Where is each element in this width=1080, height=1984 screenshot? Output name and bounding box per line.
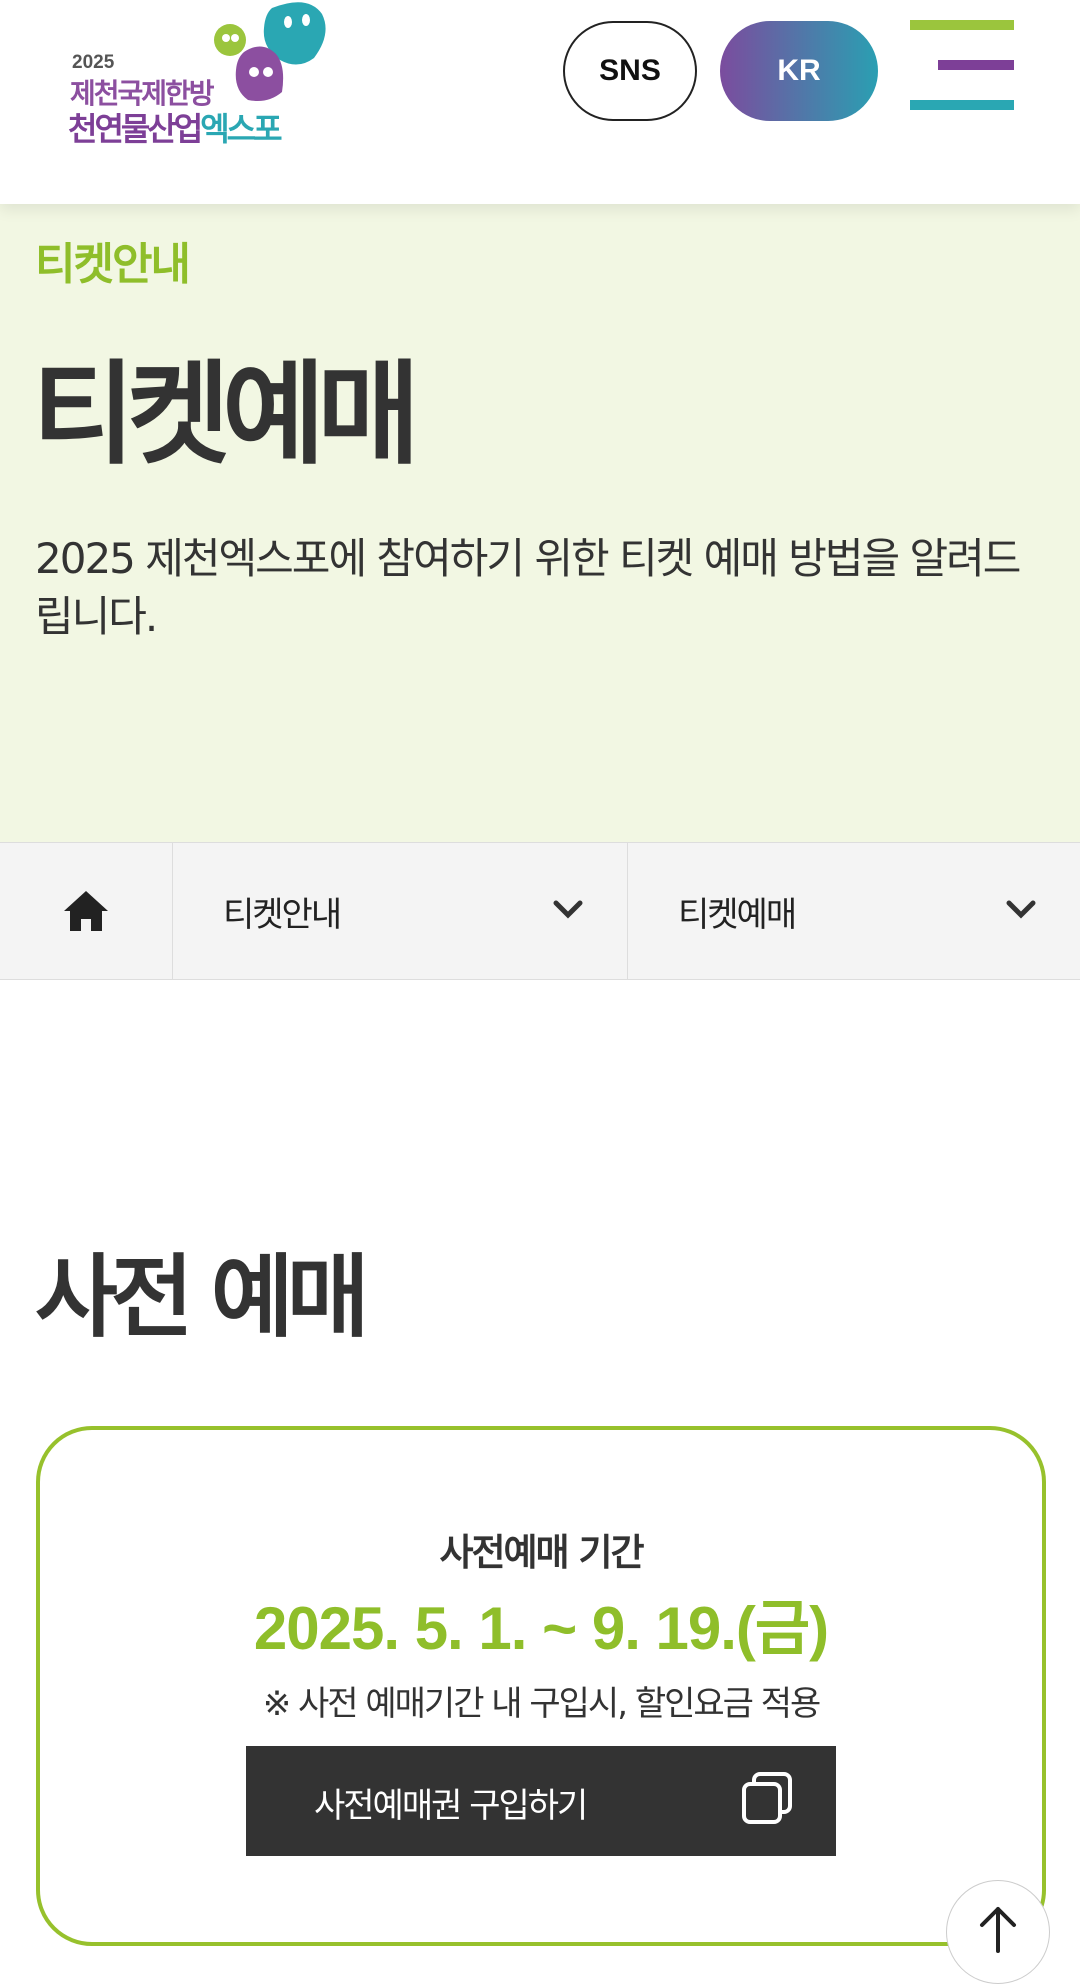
home-icon bbox=[64, 891, 108, 931]
breadcrumb: 티켓안내 티켓예매 bbox=[0, 842, 1080, 980]
scroll-top-button[interactable] bbox=[946, 1880, 1050, 1984]
language-button[interactable]: KR bbox=[720, 21, 878, 121]
breadcrumb-level1-label: 티켓안내 bbox=[223, 895, 342, 935]
hero-description: 2025 제천엑스포에 참여하기 위한 티켓 예매 방법을 알려드립니다. bbox=[35, 534, 1021, 641]
menu-bar-top bbox=[910, 20, 1014, 30]
buy-presale-ticket-label: 사전예매권 구입하기 bbox=[314, 1786, 588, 1826]
presale-card: 사전예매 기간 2025. 5. 1. ~ 9. 19.(금) ※ 사전 예매기… bbox=[36, 1426, 1046, 1946]
logo-line2-main: 천연물산업 bbox=[68, 110, 203, 148]
sns-button[interactable]: SNS bbox=[563, 21, 697, 121]
expo-logo[interactable]: 2025 제천국제한방 천연물산업엑스포 bbox=[60, 0, 350, 150]
hamburger-menu-icon[interactable] bbox=[910, 20, 1014, 114]
site-header: 2025 제천국제한방 천연물산업엑스포 SNS KR bbox=[0, 0, 1080, 204]
logo-line2: 천연물산업엑스포 bbox=[68, 104, 283, 150]
menu-bar-middle bbox=[938, 60, 1014, 70]
breadcrumb-dropdown-level2[interactable]: 티켓예매 bbox=[628, 843, 1080, 979]
menu-bar-bottom bbox=[910, 100, 1014, 110]
logo-mascot-icon bbox=[214, 2, 326, 101]
buy-presale-ticket-button[interactable]: 사전예매권 구입하기 bbox=[246, 1746, 836, 1856]
arrow-up-icon bbox=[980, 1907, 1016, 1953]
presale-period-label: 사전예매 기간 bbox=[439, 1531, 644, 1574]
section-title: 사전 예매 bbox=[35, 1245, 370, 1350]
breadcrumb-dropdown-level1[interactable]: 티켓안내 bbox=[173, 843, 628, 979]
logo-year: 2025 bbox=[72, 52, 115, 73]
new-window-icon bbox=[742, 1772, 792, 1824]
hero-kicker: 티켓안내 bbox=[35, 239, 191, 290]
breadcrumb-level2-label: 티켓예매 bbox=[678, 895, 797, 935]
presale-period-date: 2025. 5. 1. ~ 9. 19.(금) bbox=[253, 1595, 829, 1662]
breadcrumb-home[interactable] bbox=[0, 843, 173, 979]
page-title: 티켓예매 bbox=[32, 350, 420, 480]
chevron-down-icon bbox=[1006, 900, 1036, 919]
chevron-down-icon bbox=[553, 900, 583, 919]
logo-line2-tail: 엑스포 bbox=[200, 110, 282, 148]
page-hero: 티켓안내 티켓예매 2025 제천엑스포에 참여하기 위한 티켓 예매 방법을 … bbox=[0, 204, 1080, 842]
presale-discount-note: ※ 사전 예매기간 내 구입시, 할인요금 적용 bbox=[262, 1684, 822, 1724]
